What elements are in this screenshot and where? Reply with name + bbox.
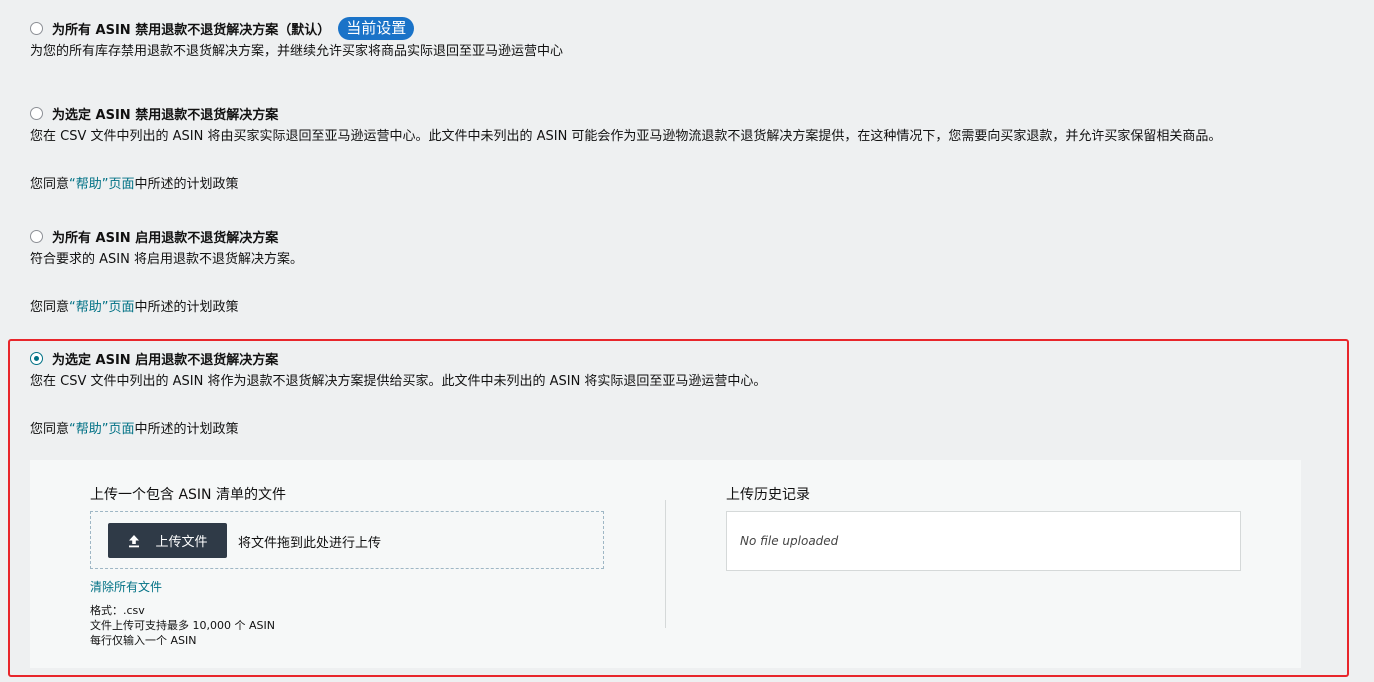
upload-title: 上传一个包含 ASIN 清单的文件 — [90, 487, 286, 503]
history-title: 上传历史记录 — [726, 487, 810, 503]
history-list: No file uploaded — [726, 511, 1241, 571]
radio-enable-all[interactable] — [30, 229, 43, 243]
option-title: 为选定 ASIN 启用退款不退货解决方案 — [52, 352, 279, 368]
upload-hints: 格式：.csv 文件上传可支持最多 10,000 个 ASIN 每行仅输入一个 … — [90, 603, 275, 648]
upload-file-button[interactable]: 上传文件 — [108, 523, 227, 558]
help-page-link[interactable]: “帮助”页面 — [69, 422, 134, 437]
upload-panel: 上传一个包含 ASIN 清单的文件 上传文件 将文件拖到此处进行上传 清除所有文… — [30, 460, 1301, 668]
option-header: 为选定 ASIN 启用退款不退货解决方案 — [30, 347, 766, 369]
policy-prefix: 您同意 — [30, 177, 70, 192]
policy-prefix: 您同意 — [30, 300, 70, 315]
option-description: 为您的所有库存禁用退款不退货解决方案，并继续允许买家将商品实际退回至亚马逊运营中… — [30, 44, 564, 59]
help-page-link[interactable]: “帮助”页面 — [69, 177, 134, 192]
current-setting-badge: 当前设置 — [338, 16, 415, 40]
policy-suffix: 中所述的计划政策 — [134, 422, 239, 437]
upload-section: 上传一个包含 ASIN 清单的文件 上传文件 将文件拖到此处进行上传 清除所有文… — [90, 484, 610, 647]
option-header: 为所有 ASIN 启用退款不退货解决方案 — [30, 225, 303, 247]
radio-disable-all[interactable] — [30, 21, 43, 35]
option-enable-selected: 为选定 ASIN 启用退款不退货解决方案 您在 CSV 文件中列出的 ASIN … — [30, 347, 766, 437]
option-disable-selected: 为选定 ASIN 禁用退款不退货解决方案 您在 CSV 文件中列出的 ASIN … — [30, 102, 1221, 192]
help-page-link[interactable]: “帮助”页面 — [69, 300, 134, 315]
policy-suffix: 中所述的计划政策 — [134, 300, 239, 315]
option-title: 为所有 ASIN 禁用退款不退货解决方案（默认） — [52, 22, 331, 38]
policy-text: 您同意“帮助”页面中所述的计划政策 — [30, 173, 1221, 192]
option-description: 符合要求的 ASIN 将启用退款不退货解决方案。 — [30, 252, 303, 267]
option-title: 为选定 ASIN 禁用退款不退货解决方案 — [52, 107, 279, 123]
clear-all-files-link[interactable]: 清除所有文件 — [90, 578, 162, 595]
option-description: 您在 CSV 文件中列出的 ASIN 将由买家实际退回至亚马逊运营中心。此文件中… — [30, 129, 1222, 144]
upload-icon — [129, 534, 140, 547]
hint-max-asin: 文件上传可支持最多 10,000 个 ASIN — [90, 619, 275, 632]
upload-button-label: 上传文件 — [155, 535, 208, 550]
policy-text: 您同意“帮助”页面中所述的计划政策 — [30, 418, 766, 437]
option-header: 为所有 ASIN 禁用退款不退货解决方案（默认） 当前设置 — [30, 16, 563, 40]
option-title: 为所有 ASIN 启用退款不退货解决方案 — [52, 230, 279, 246]
policy-suffix: 中所述的计划政策 — [134, 177, 239, 192]
panel-divider — [665, 500, 666, 628]
file-dropzone[interactable]: 上传文件 将文件拖到此处进行上传 — [90, 511, 604, 569]
policy-prefix: 您同意 — [30, 422, 70, 437]
option-description: 您在 CSV 文件中列出的 ASIN 将作为退款不退货解决方案提供给买家。此文件… — [30, 374, 767, 389]
history-empty-text: No file uploaded — [740, 534, 839, 548]
radio-disable-selected[interactable] — [30, 106, 43, 120]
hint-format: 格式：.csv — [90, 604, 145, 617]
upload-history-section: 上传历史记录 No file uploaded — [726, 484, 1241, 571]
drop-hint: 将文件拖到此处进行上传 — [238, 536, 382, 551]
policy-text: 您同意“帮助”页面中所述的计划政策 — [30, 296, 303, 315]
hint-one-per-line: 每行仅输入一个 ASIN — [90, 634, 197, 647]
option-disable-all: 为所有 ASIN 禁用退款不退货解决方案（默认） 当前设置 为您的所有库存禁用退… — [30, 16, 564, 59]
radio-enable-selected[interactable] — [30, 351, 43, 365]
option-header: 为选定 ASIN 禁用退款不退货解决方案 — [30, 102, 1221, 124]
option-enable-all: 为所有 ASIN 启用退款不退货解决方案 符合要求的 ASIN 将启用退款不退货… — [30, 225, 303, 315]
